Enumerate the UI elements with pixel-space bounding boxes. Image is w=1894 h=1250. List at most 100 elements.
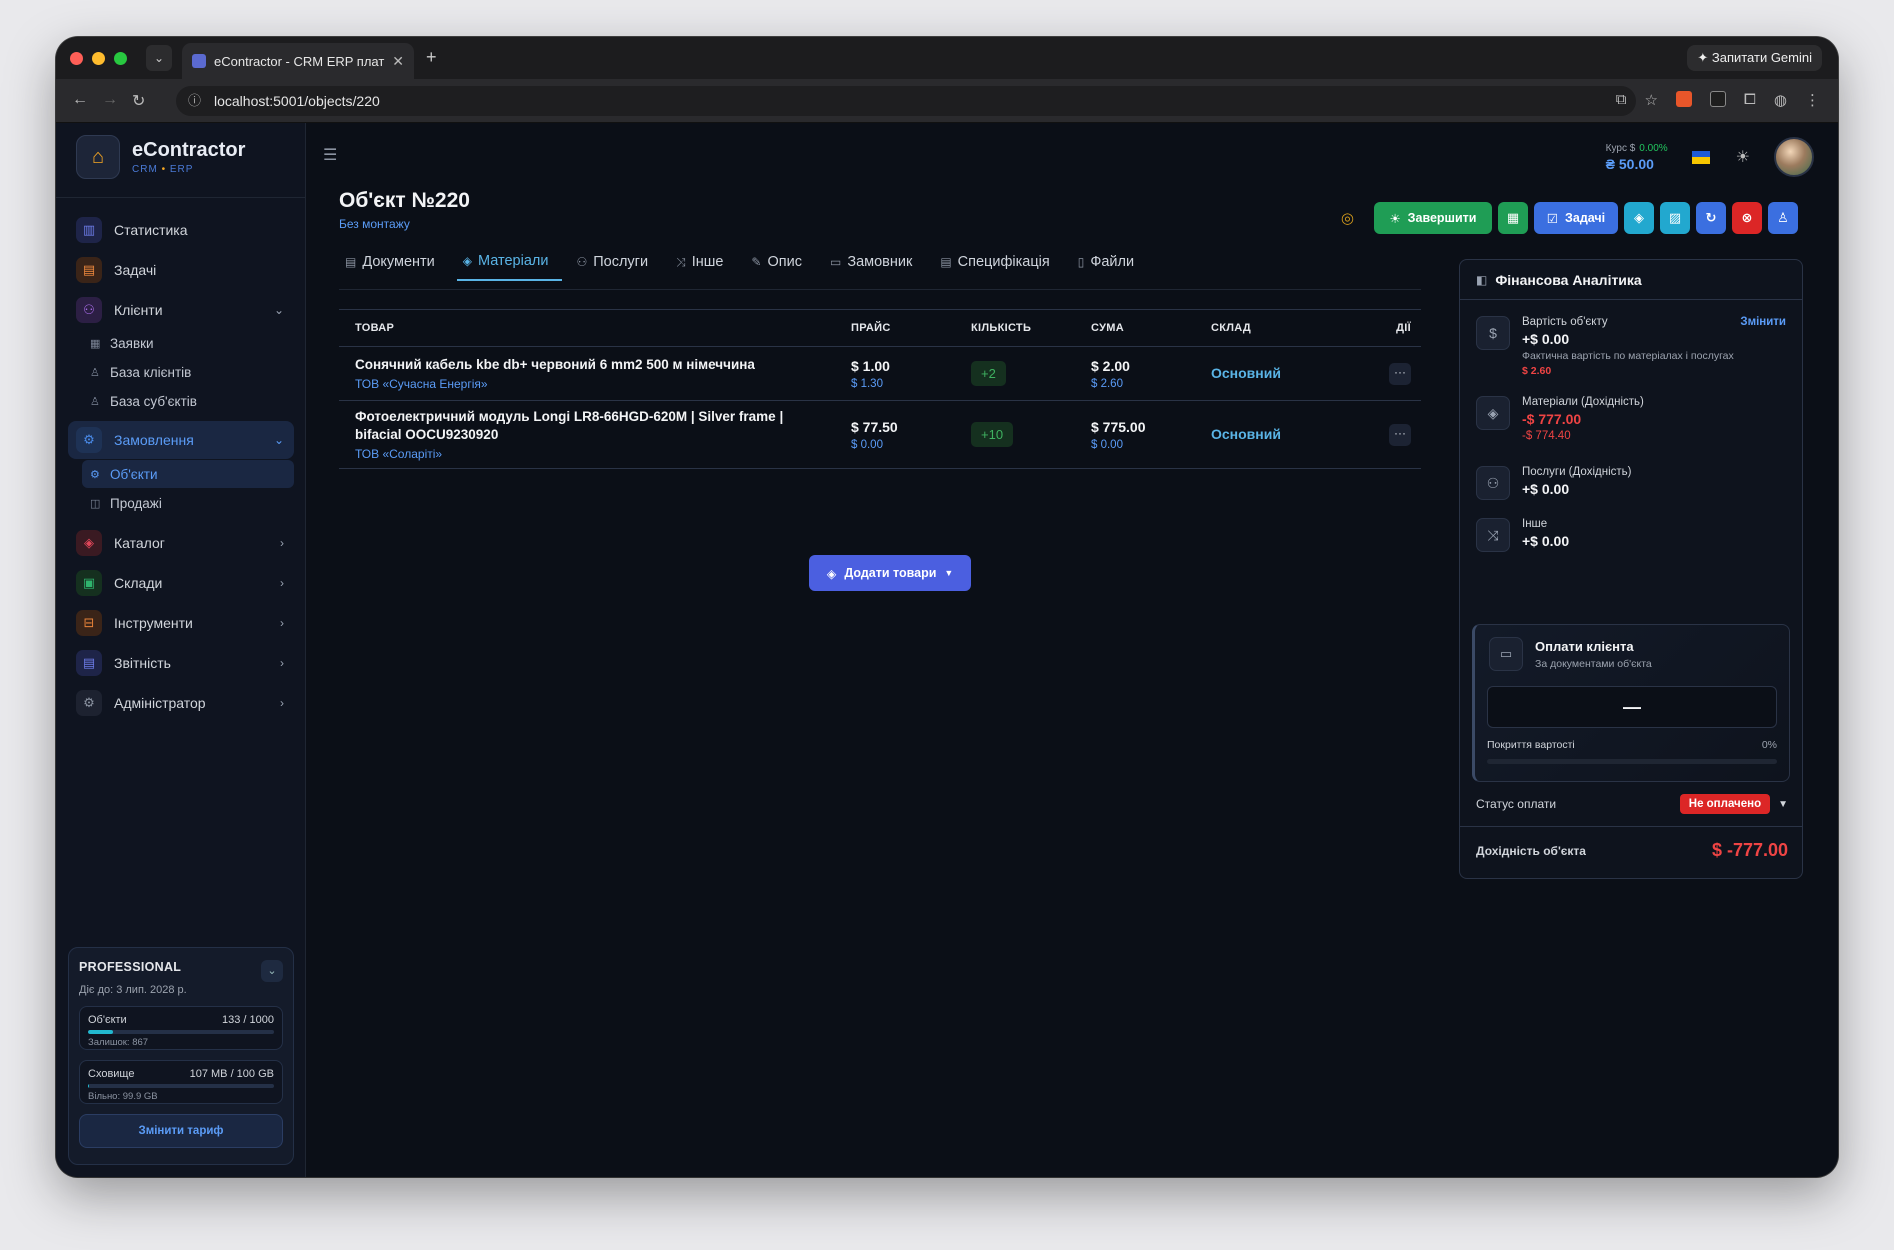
- materials-table: ТОВАР ПРАЙС КІЛЬКІСТЬ СУМА СКЛАД ДІЇ Сон…: [339, 309, 1421, 469]
- chevron-right-icon: ›: [280, 536, 284, 550]
- brand[interactable]: ⌂ eContractor CRM • ERP: [76, 135, 245, 179]
- id-card-icon: ▭: [829, 255, 842, 269]
- sidebar-item-label: Каталог: [114, 535, 165, 551]
- quantity-badge[interactable]: +2: [971, 361, 1006, 386]
- browser-tab-title: eContractor - CRM ERP плат…: [214, 53, 387, 69]
- sidebar-item-catalog[interactable]: ◈ Каталог ›: [68, 524, 294, 562]
- maximize-window-button[interactable]: [114, 52, 127, 65]
- change-plan-button[interactable]: Змінити тариф: [79, 1114, 283, 1148]
- wallet-icon: ▭: [1489, 637, 1523, 671]
- chevron-down-icon[interactable]: ⌄: [261, 960, 283, 982]
- sidebar-item-label: Склади: [114, 575, 163, 591]
- tab-services[interactable]: ⚇ Послуги: [570, 253, 662, 281]
- tab-specification[interactable]: ▤ Специфікація: [934, 253, 1063, 281]
- user-icon[interactable]: ♙: [1768, 202, 1798, 234]
- menu-toggle-icon[interactable]: ☰: [323, 145, 337, 165]
- quantity-badge[interactable]: +10: [971, 422, 1014, 447]
- chart-icon[interactable]: ▨: [1660, 202, 1690, 234]
- plan-objects-usage: Об'єкти 133 / 1000 Залишок: 867: [79, 1006, 283, 1050]
- sidebar-subitem-subjects-base[interactable]: ♙ База суб'єктів: [82, 387, 294, 415]
- user-icon: ♙: [90, 366, 100, 379]
- sidebar-subitem-objects[interactable]: ⚙ Об'єкти: [82, 460, 294, 488]
- sidebar-item-label: Інструменти: [114, 615, 193, 631]
- tab-description[interactable]: ✎ Опис: [745, 253, 816, 281]
- bookmark-star-icon[interactable]: ☆: [1644, 91, 1657, 109]
- figma-extension-icon[interactable]: [1709, 91, 1726, 107]
- close-window-button[interactable]: [70, 52, 83, 65]
- settings-icon: ⚙: [90, 468, 100, 481]
- coin-icon[interactable]: ◎: [1341, 209, 1354, 227]
- clipboard-icon: ▤: [940, 255, 952, 269]
- sidebar-item-admin[interactable]: ⚙ Адміністратор ›: [68, 684, 294, 722]
- change-cost-link[interactable]: Змінити: [1740, 316, 1786, 328]
- ukraine-flag-icon[interactable]: [1691, 150, 1710, 164]
- add-products-button[interactable]: ◈ Додати товари ▼: [809, 555, 971, 591]
- finish-button[interactable]: ☀ Завершити: [1374, 202, 1492, 234]
- tab-materials[interactable]: ◈ Матеріали: [456, 253, 563, 281]
- status-badge: Не оплачено: [1679, 794, 1771, 814]
- profile-icon[interactable]: ◍: [1774, 91, 1787, 109]
- reload-icon[interactable]: ↻: [132, 91, 145, 111]
- supplier-link[interactable]: ТОВ «Соларіті»: [355, 447, 851, 461]
- back-arrow-icon[interactable]: ←: [72, 91, 88, 109]
- sidebar: ⌂ eContractor CRM • ERP ▥ Статистика ▤ З…: [56, 123, 306, 1177]
- toolbox-icon: ⊟: [76, 610, 102, 636]
- table-row[interactable]: Фотоелектричний модуль Longi LR8-66HGD-6…: [339, 401, 1421, 469]
- tab-customer[interactable]: ▭ Замовник: [824, 253, 926, 281]
- refresh-icon[interactable]: ↻: [1696, 202, 1726, 234]
- row-actions-icon[interactable]: ···: [1389, 423, 1411, 446]
- sidebar-item-tools[interactable]: ⊟ Інструменти ›: [68, 604, 294, 642]
- sidebar-item-label: Адміністратор: [114, 695, 206, 711]
- sidebar-item-reports[interactable]: ▤ Звітність ›: [68, 644, 294, 682]
- brand-name: eContractor: [132, 139, 246, 161]
- close-tab-icon[interactable]: ✕: [392, 53, 404, 70]
- install-app-icon[interactable]: ⧉: [1616, 91, 1627, 109]
- browser-extension-icons: ⧉ ☆ ⧠ ◍ ⋮: [1616, 91, 1820, 109]
- address-bar[interactable]: ⓘ localhost:5001/objects/220: [176, 86, 1636, 116]
- sidebar-subitem-sales[interactable]: ◫ Продажі: [82, 489, 294, 517]
- browser-menu-icon[interactable]: ⋮: [1805, 91, 1820, 109]
- plan-storage-usage: Сховище 107 MB / 100 GB Вільно: 99.9 GB: [79, 1060, 283, 1104]
- product-name[interactable]: Фотоелектричний модуль Longi LR8-66HGD-6…: [355, 408, 851, 444]
- tab-other[interactable]: ⤨ Інше: [670, 253, 737, 281]
- new-tab-icon[interactable]: +: [426, 47, 437, 68]
- sidebar-item-orders[interactable]: ⚙ Замовлення ⌄: [68, 421, 294, 459]
- sidebar-subitem-requests[interactable]: ▦ Заявки: [82, 329, 294, 357]
- header-right: Курс $0.00% ₴ 50.00 ☀: [1606, 137, 1814, 177]
- theme-toggle-sun-icon[interactable]: ☀: [1736, 147, 1750, 167]
- extensions-puzzle-icon[interactable]: ⧠: [1744, 91, 1756, 109]
- product-name[interactable]: Сонячний кабель kbe db+ червоний 6 mm2 5…: [355, 356, 851, 374]
- payment-status-dropdown[interactable]: Не оплачено ▼: [1679, 794, 1788, 814]
- gemini-button[interactable]: ✦ Запитати Gemini: [1687, 45, 1822, 71]
- package-icon[interactable]: ◈: [1624, 202, 1654, 234]
- warehouse-link[interactable]: Основний: [1211, 365, 1281, 381]
- tab-files[interactable]: ▯ Файли: [1072, 253, 1148, 281]
- warehouse-link[interactable]: Основний: [1211, 426, 1281, 442]
- sidebar-item-statistics[interactable]: ▥ Статистика: [68, 211, 294, 249]
- tab-documents[interactable]: ▤ Документи: [339, 253, 449, 281]
- list-icon: ▦: [90, 337, 101, 350]
- minimize-window-button[interactable]: [92, 52, 105, 65]
- sidebar-item-clients[interactable]: ⚇ Клієнти ⌄: [68, 291, 294, 329]
- browser-tab[interactable]: eContractor - CRM ERP плат… ✕: [182, 43, 414, 79]
- tab-list-chevron-icon[interactable]: ⌄: [146, 45, 172, 71]
- table-row[interactable]: Сонячний кабель kbe db+ червоний 6 mm2 5…: [339, 347, 1421, 401]
- app: ⌂ eContractor CRM • ERP ▥ Статистика ▤ З…: [56, 123, 1838, 1177]
- bag-icon: ◫: [90, 497, 101, 510]
- extension-icon-1[interactable]: [1675, 91, 1692, 107]
- tasks-button[interactable]: ☑ Задачі: [1534, 202, 1618, 234]
- calculator-icon[interactable]: ▦: [1498, 202, 1528, 234]
- sidebar-item-tasks[interactable]: ▤ Задачі: [68, 251, 294, 289]
- cancel-circle-icon[interactable]: ⊗: [1732, 202, 1762, 234]
- sidebar-item-warehouses[interactable]: ▣ Склади ›: [68, 564, 294, 602]
- table-header: ТОВАР ПРАЙС КІЛЬКІСТЬ СУМА СКЛАД ДІЇ: [339, 309, 1421, 347]
- supplier-link[interactable]: ТОВ «Сучасна Енергія»: [355, 377, 851, 391]
- sidebar-subitem-client-base[interactable]: ♙ База клієнтів: [82, 358, 294, 386]
- user-avatar[interactable]: [1774, 137, 1814, 177]
- site-info-icon[interactable]: ⓘ: [188, 86, 201, 116]
- forward-arrow-icon[interactable]: →: [102, 91, 118, 109]
- row-actions-icon[interactable]: ···: [1389, 362, 1411, 385]
- users-icon: ⚇: [76, 297, 102, 323]
- plan-valid-until: Діє до: 3 лип. 2028 р.: [79, 984, 187, 996]
- users-icon: ⚇: [576, 255, 588, 269]
